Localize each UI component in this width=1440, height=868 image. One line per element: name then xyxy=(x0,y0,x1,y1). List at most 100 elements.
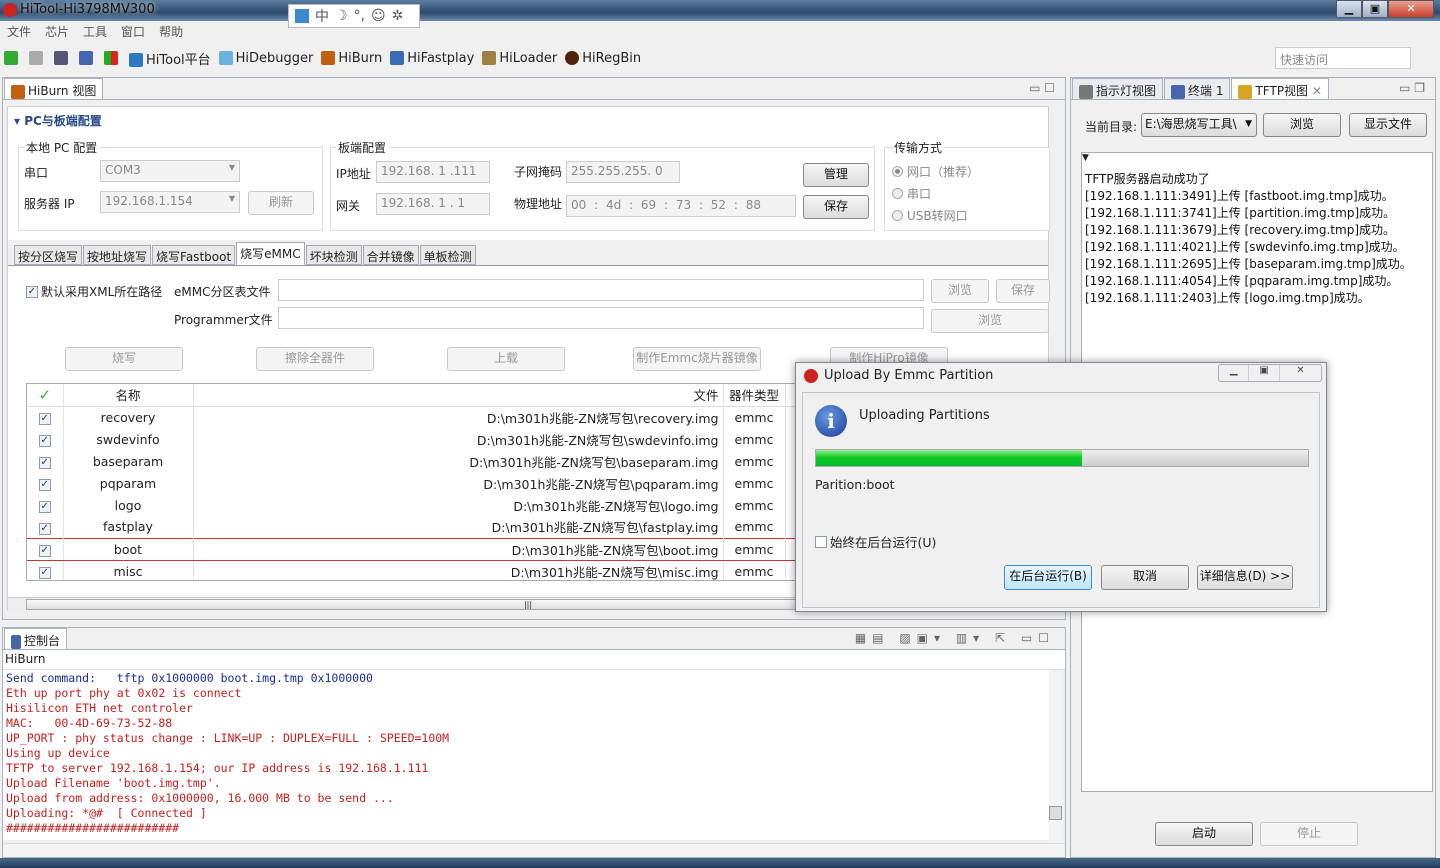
row-checkbox[interactable]: ✓ xyxy=(38,522,51,535)
maximize-button[interactable]: ▣ xyxy=(1248,365,1278,381)
stop-button[interactable]: 停止 xyxy=(1260,822,1358,846)
radio-serial[interactable]: 串口 xyxy=(892,185,931,202)
transfer-icon[interactable] xyxy=(104,51,118,65)
console-toolbar[interactable]: ▦▤ ▨▣▾ ▥▾ ⇱ ▭☐ xyxy=(845,631,1065,649)
tab-address-burn[interactable]: 按地址烧写 xyxy=(83,245,152,265)
row-checkbox[interactable]: ✓ xyxy=(38,567,51,580)
save-board-button[interactable]: 保存 xyxy=(803,195,869,219)
radio-usb-network[interactable]: USB转网口 xyxy=(892,207,968,224)
column-file[interactable]: 文件 xyxy=(193,384,724,407)
tab-terminal[interactable]: 终端 1 xyxy=(1164,78,1231,99)
row-checkbox[interactable]: ✓ xyxy=(38,457,51,469)
start-button[interactable]: 启动 xyxy=(1155,822,1253,846)
mac-field[interactable]: 00 : 4d : 69 : 73 : 52 : 88 xyxy=(566,195,796,217)
toolbar-hiburn[interactable]: HiBurn xyxy=(321,51,382,66)
browse-programmer-button[interactable]: 浏览 xyxy=(931,309,1049,333)
cell-file: D:\m301h兆能-ZN烧写包\recovery.img xyxy=(193,406,724,428)
maximize-button[interactable]: ▣ xyxy=(1362,0,1388,18)
toolbar-hiregbin[interactable]: HiRegBin xyxy=(565,51,641,66)
quick-access-input[interactable]: 快速访问 xyxy=(1275,47,1411,69)
row-checkbox[interactable]: ✓ xyxy=(38,501,51,513)
console-output[interactable]: Send command: tftp 0x1000000 boot.img.tm… xyxy=(3,670,1049,840)
section-pc-board-config[interactable]: ▾ PC与板端配置 xyxy=(14,112,102,129)
manage-button[interactable]: 管理 xyxy=(803,163,869,187)
log-line: [192.168.1.111:2403]上传 [logo.img.tmp]成功。 xyxy=(1085,291,1370,305)
cancel-button[interactable]: 取消 xyxy=(1101,565,1189,590)
make-emmc-image-button[interactable]: 制作Emmc烧片器镜像 xyxy=(633,347,761,371)
toolbar-hidebugger[interactable]: HiDebugger xyxy=(218,51,313,66)
column-name[interactable]: 名称 xyxy=(63,384,194,407)
menu-window[interactable]: 窗口 xyxy=(121,23,145,40)
ip-field[interactable]: 192.168. 1 .111 xyxy=(376,161,490,183)
subnet-mask-field[interactable]: 255.255.255. 0 xyxy=(566,161,680,183)
serial-icon[interactable] xyxy=(79,51,93,65)
ime-item[interactable]: ☽ xyxy=(335,8,348,24)
console-horizontal-scrollbar[interactable] xyxy=(3,843,1065,857)
console-vertical-scrollbar[interactable] xyxy=(1049,672,1063,842)
minimize-button[interactable]: ▁ xyxy=(1219,365,1248,381)
current-dir-label: 当前目录: xyxy=(1085,120,1138,134)
save-partition-button[interactable]: 保存 xyxy=(996,279,1050,303)
show-files-button[interactable]: 显示文件 xyxy=(1349,113,1427,137)
menu-file[interactable]: 文件 xyxy=(7,23,31,40)
minimize-button[interactable]: ▁ xyxy=(1336,0,1362,18)
tftp-browse-button[interactable]: 浏览 xyxy=(1263,113,1341,137)
programmer-file-input[interactable] xyxy=(278,307,924,329)
close-button[interactable]: ✕ xyxy=(1388,0,1434,18)
collapse-icon[interactable]: ▼ xyxy=(1082,153,1089,163)
partition-file-input[interactable] xyxy=(278,279,924,301)
column-device-type[interactable]: 器件类型 xyxy=(723,384,786,407)
row-checkbox[interactable]: ✓ xyxy=(38,435,51,447)
tab-indicator-view[interactable]: 指示灯视图 xyxy=(1072,78,1164,99)
menu-chip[interactable]: 芯片 xyxy=(45,23,69,40)
browse-partition-button[interactable]: 浏览 xyxy=(931,279,989,303)
check-all-header[interactable]: ✓ xyxy=(27,384,64,407)
always-background-checkbox[interactable]: 始终在后台运行(U) xyxy=(815,532,936,551)
run-in-background-button[interactable]: 在后台运行(B) xyxy=(1004,565,1092,590)
details-button[interactable]: 详细信息(D) >> xyxy=(1197,565,1293,590)
tab-fastboot-burn[interactable]: 烧写Fastboot xyxy=(152,245,236,265)
chevron-down-icon: ▼ xyxy=(228,163,235,172)
ime-item[interactable]: ☺ xyxy=(371,8,386,24)
row-checkbox[interactable]: ✓ xyxy=(38,413,51,426)
burn-button[interactable]: 烧写 xyxy=(65,347,183,371)
network-icon[interactable] xyxy=(54,51,68,65)
menu-tools[interactable]: 工具 xyxy=(83,23,107,40)
current-dir-select[interactable]: E:\海思烧写工具\ ▼ xyxy=(1141,113,1257,137)
tab-board-check[interactable]: 单板检测 xyxy=(419,245,476,265)
view-minimize-restore[interactable]: ▭ ❐ xyxy=(1389,81,1435,99)
ime-item[interactable]: 中 xyxy=(315,6,329,26)
toolbar-hiloader[interactable]: HiLoader xyxy=(482,51,557,66)
connect-icon[interactable] xyxy=(4,51,18,65)
close-tab-icon[interactable]: ✕ xyxy=(1312,84,1322,98)
bulb-icon xyxy=(1079,84,1093,99)
ime-item[interactable]: °, xyxy=(354,8,365,24)
gateway-field[interactable]: 192.168. 1 . 1 xyxy=(376,193,490,215)
radio-network[interactable]: 网口（推荐） xyxy=(892,163,979,180)
tab-merge-image[interactable]: 合并镜像 xyxy=(362,245,419,265)
row-checkbox[interactable]: ✓ xyxy=(38,545,51,557)
tab-emmc-burn[interactable]: 烧写eMMC xyxy=(236,242,305,265)
view-minimize-maximize[interactable]: ▭ ☐ xyxy=(1019,81,1065,99)
tab-partition-burn[interactable]: 按分区烧写 xyxy=(14,245,83,265)
upload-button[interactable]: 上载 xyxy=(447,347,565,371)
default-xml-checkbox[interactable]: ✓ 默认采用XML所在路径 xyxy=(26,283,162,300)
close-button[interactable]: ✕ xyxy=(1278,365,1321,381)
tab-console[interactable]: 控制台 xyxy=(4,628,68,649)
menu-help[interactable]: 帮助 xyxy=(159,23,183,40)
server-ip-label: 服务器 IP xyxy=(24,197,75,211)
tab-tftp-view[interactable]: TFTP视图 ✕ xyxy=(1231,78,1329,99)
ime-item[interactable]: ✲ xyxy=(392,8,404,24)
row-checkbox[interactable]: ✓ xyxy=(38,479,51,491)
toolbar-hitool[interactable]: HiTool平台 xyxy=(129,49,211,68)
refresh-button[interactable]: 刷新 xyxy=(248,191,314,215)
erase-all-button[interactable]: 擦除全器件 xyxy=(256,347,374,371)
tab-bad-block[interactable]: 坏块检测 xyxy=(305,245,362,265)
tab-hiburn-view[interactable]: HiBurn 视图 xyxy=(4,78,104,99)
toolbar-hifastplay[interactable]: HiFastplay xyxy=(390,51,474,66)
scrollbar-thumb[interactable] xyxy=(1049,806,1062,820)
toolbar-label: HiRegBin xyxy=(582,50,642,66)
serial-select[interactable]: COM3 ▼ xyxy=(100,160,240,182)
disconnect-icon[interactable] xyxy=(29,51,43,65)
server-ip-select[interactable]: 192.168.1.154 ▼ xyxy=(100,191,240,213)
